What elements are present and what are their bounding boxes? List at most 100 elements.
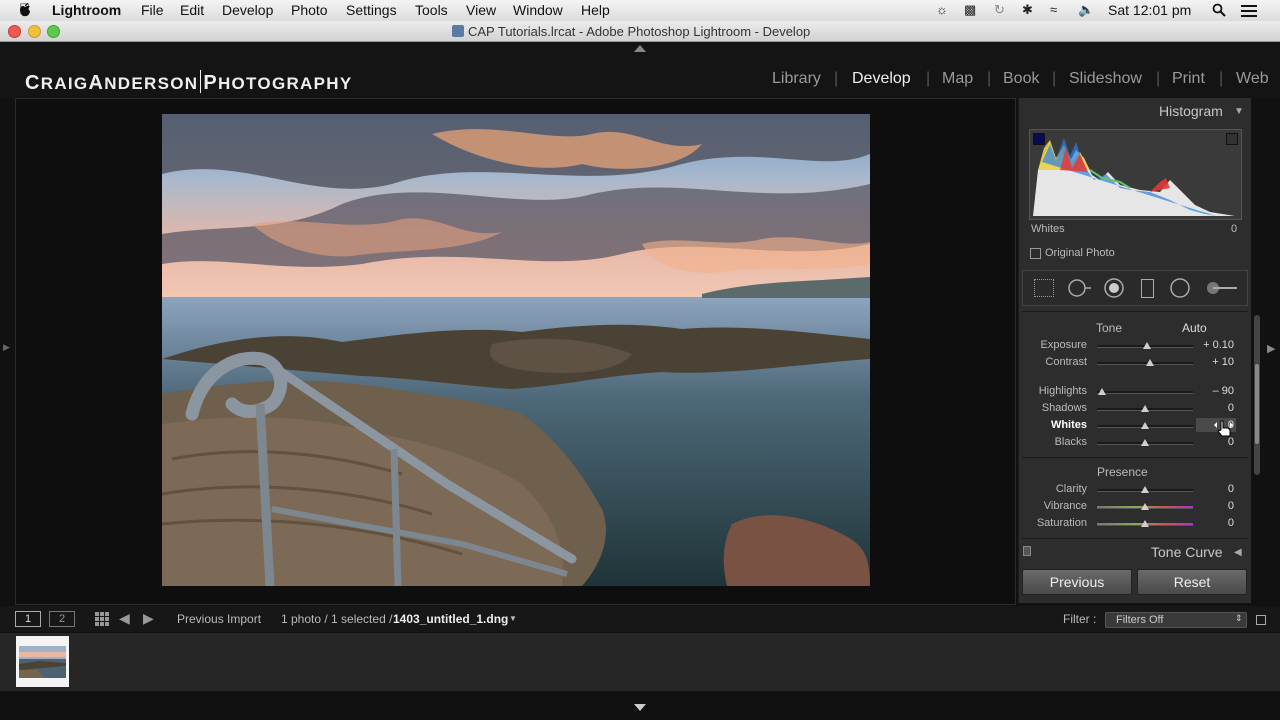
- slider-track-blacks[interactable]: [1097, 439, 1193, 446]
- filmstrip-count: 1 photo / 1 selected /: [281, 612, 393, 626]
- slider-thumb-blacks[interactable]: [1141, 439, 1149, 446]
- filmstrip-source[interactable]: Previous Import: [177, 612, 261, 626]
- bluetooth-icon[interactable]: ✱: [1022, 2, 1033, 18]
- slider-label-clarity: Clarity: [1055, 483, 1087, 495]
- menu-app-lightroom[interactable]: Lightroom: [52, 2, 121, 18]
- left-panel-expand-icon[interactable]: ▶: [3, 342, 10, 353]
- graduated-filter-icon[interactable]: [1141, 279, 1154, 298]
- menu-develop[interactable]: Develop: [222, 2, 273, 18]
- slider-track-shadows[interactable]: [1097, 405, 1193, 412]
- slider-thumb-highlights[interactable]: [1097, 388, 1106, 395]
- auto-tone-button[interactable]: Auto: [1182, 321, 1207, 335]
- red-eye-icon[interactable]: [1103, 277, 1125, 299]
- filmstrip-thumbnail-cell[interactable]: [16, 636, 69, 687]
- slider-track-saturation[interactable]: [1097, 520, 1193, 527]
- slider-track-highlights[interactable]: [1097, 388, 1193, 395]
- crop-overlay-icon[interactable]: [1034, 279, 1054, 297]
- reset-button[interactable]: Reset: [1137, 569, 1247, 595]
- filmstrip-collapse-icon[interactable]: [634, 704, 646, 712]
- forward-arrow-icon[interactable]: ▶: [143, 610, 154, 627]
- menu-view[interactable]: View: [466, 2, 496, 18]
- slider-track-clarity[interactable]: [1097, 486, 1193, 493]
- previous-button[interactable]: Previous: [1022, 569, 1132, 595]
- slider-value-contrast[interactable]: + 10: [1196, 356, 1234, 368]
- module-library[interactable]: Library: [772, 70, 821, 88]
- photo-preview[interactable]: [162, 114, 870, 586]
- slider-value-blacks[interactable]: 0: [1196, 436, 1234, 448]
- radial-filter-icon[interactable]: [1169, 277, 1191, 299]
- apple-logo-icon[interactable]: [18, 3, 32, 18]
- histogram-collapse-icon[interactable]: ▼: [1234, 106, 1244, 117]
- module-print[interactable]: Print: [1172, 70, 1205, 88]
- slider-thumb-shadows[interactable]: [1141, 405, 1149, 412]
- slider-track-contrast[interactable]: [1097, 359, 1193, 366]
- right-panel-scroll-thumb[interactable]: [1255, 364, 1259, 444]
- menu-settings[interactable]: Settings: [346, 2, 397, 18]
- catalog-file-icon: [452, 25, 464, 37]
- menu-photo[interactable]: Photo: [291, 2, 328, 18]
- menubar-clock[interactable]: Sat 12:01 pm: [1108, 2, 1191, 18]
- presence-group-label: Presence: [1097, 465, 1148, 479]
- slider-track-vibrance[interactable]: [1097, 503, 1193, 510]
- module-slideshow[interactable]: Slideshow: [1069, 70, 1142, 88]
- menu-tools[interactable]: Tools: [415, 2, 448, 18]
- filmstrip-thumbnail: [19, 646, 66, 678]
- highlight-clipping-icon[interactable]: [1226, 133, 1238, 145]
- right-panel-collapse-icon[interactable]: ▶: [1267, 342, 1275, 355]
- slider-value-saturation[interactable]: 0: [1196, 517, 1234, 529]
- minimize-window-icon[interactable]: [28, 25, 41, 38]
- slider-value-vibrance[interactable]: 0: [1196, 500, 1234, 512]
- menu-file[interactable]: File: [141, 2, 164, 18]
- filename-menu-icon[interactable]: ▼: [509, 614, 517, 623]
- notification-center-icon[interactable]: [1241, 4, 1257, 17]
- close-window-icon[interactable]: [8, 25, 21, 38]
- top-panel-collapse-icon[interactable]: [634, 44, 646, 52]
- menu-help[interactable]: Help: [581, 2, 610, 18]
- histogram-graph[interactable]: [1029, 129, 1242, 220]
- slider-track-exposure[interactable]: [1097, 342, 1193, 349]
- wifi-icon[interactable]: ≈: [1050, 2, 1057, 17]
- secondary-window-button[interactable]: 2: [49, 611, 75, 627]
- volume-icon[interactable]: 🔈: [1078, 2, 1094, 18]
- slider-label-saturation: Saturation: [1036, 517, 1087, 529]
- slider-thumb-vibrance[interactable]: [1141, 503, 1149, 510]
- slider-thumb-whites[interactable]: [1141, 422, 1149, 429]
- original-photo-checkbox[interactable]: [1030, 248, 1041, 259]
- slider-label-whites: Whites: [1050, 419, 1087, 431]
- filter-dropdown[interactable]: Filters Off ⇕: [1105, 612, 1247, 628]
- slider-value-highlights[interactable]: – 90: [1196, 385, 1234, 397]
- filmstrip-filename[interactable]: 1403_untitled_1.dng: [393, 612, 508, 626]
- zoom-window-icon[interactable]: [47, 25, 60, 38]
- spot-removal-icon[interactable]: [1067, 278, 1093, 298]
- seascape-photo: [162, 114, 870, 586]
- slider-thumb-saturation[interactable]: [1141, 520, 1149, 527]
- slider-value-shadows[interactable]: 0: [1196, 402, 1234, 414]
- back-arrow-icon[interactable]: ◀: [119, 610, 130, 627]
- grid-view-icon[interactable]: [95, 612, 109, 626]
- slider-value-clarity[interactable]: 0: [1196, 483, 1234, 495]
- menu-window[interactable]: Window: [513, 2, 563, 18]
- shadow-clipping-icon[interactable]: [1033, 133, 1045, 145]
- histogram-panel-title[interactable]: Histogram: [1159, 103, 1223, 119]
- tone-curve-panel-title[interactable]: Tone Curve: [1151, 544, 1223, 560]
- creative-cloud-icon[interactable]: ☼: [936, 2, 948, 17]
- facetime-camera-icon[interactable]: ▩: [964, 2, 976, 18]
- slider-value-exposure[interactable]: + 0.10: [1196, 339, 1234, 351]
- spotlight-search-icon[interactable]: [1212, 3, 1226, 17]
- slider-track-whites[interactable]: [1097, 422, 1193, 429]
- filter-label: Filter :: [1063, 612, 1097, 626]
- slider-thumb-clarity[interactable]: [1141, 486, 1149, 493]
- module-book[interactable]: Book: [1003, 70, 1039, 88]
- filter-lock-icon[interactable]: [1256, 615, 1266, 625]
- menu-edit[interactable]: Edit: [180, 2, 204, 18]
- adjustment-brush-icon[interactable]: [1204, 280, 1238, 296]
- primary-window-button[interactable]: 1: [15, 611, 41, 627]
- module-map[interactable]: Map: [942, 70, 973, 88]
- time-machine-icon[interactable]: ↻: [994, 2, 1005, 18]
- module-develop[interactable]: Develop: [852, 70, 911, 88]
- slider-thumb-contrast[interactable]: [1145, 359, 1154, 366]
- slider-thumb-exposure[interactable]: [1142, 342, 1151, 349]
- tone-curve-expand-icon[interactable]: ◀: [1234, 547, 1242, 558]
- module-web[interactable]: Web: [1236, 70, 1269, 88]
- tone-curve-toggle-icon[interactable]: [1023, 546, 1031, 556]
